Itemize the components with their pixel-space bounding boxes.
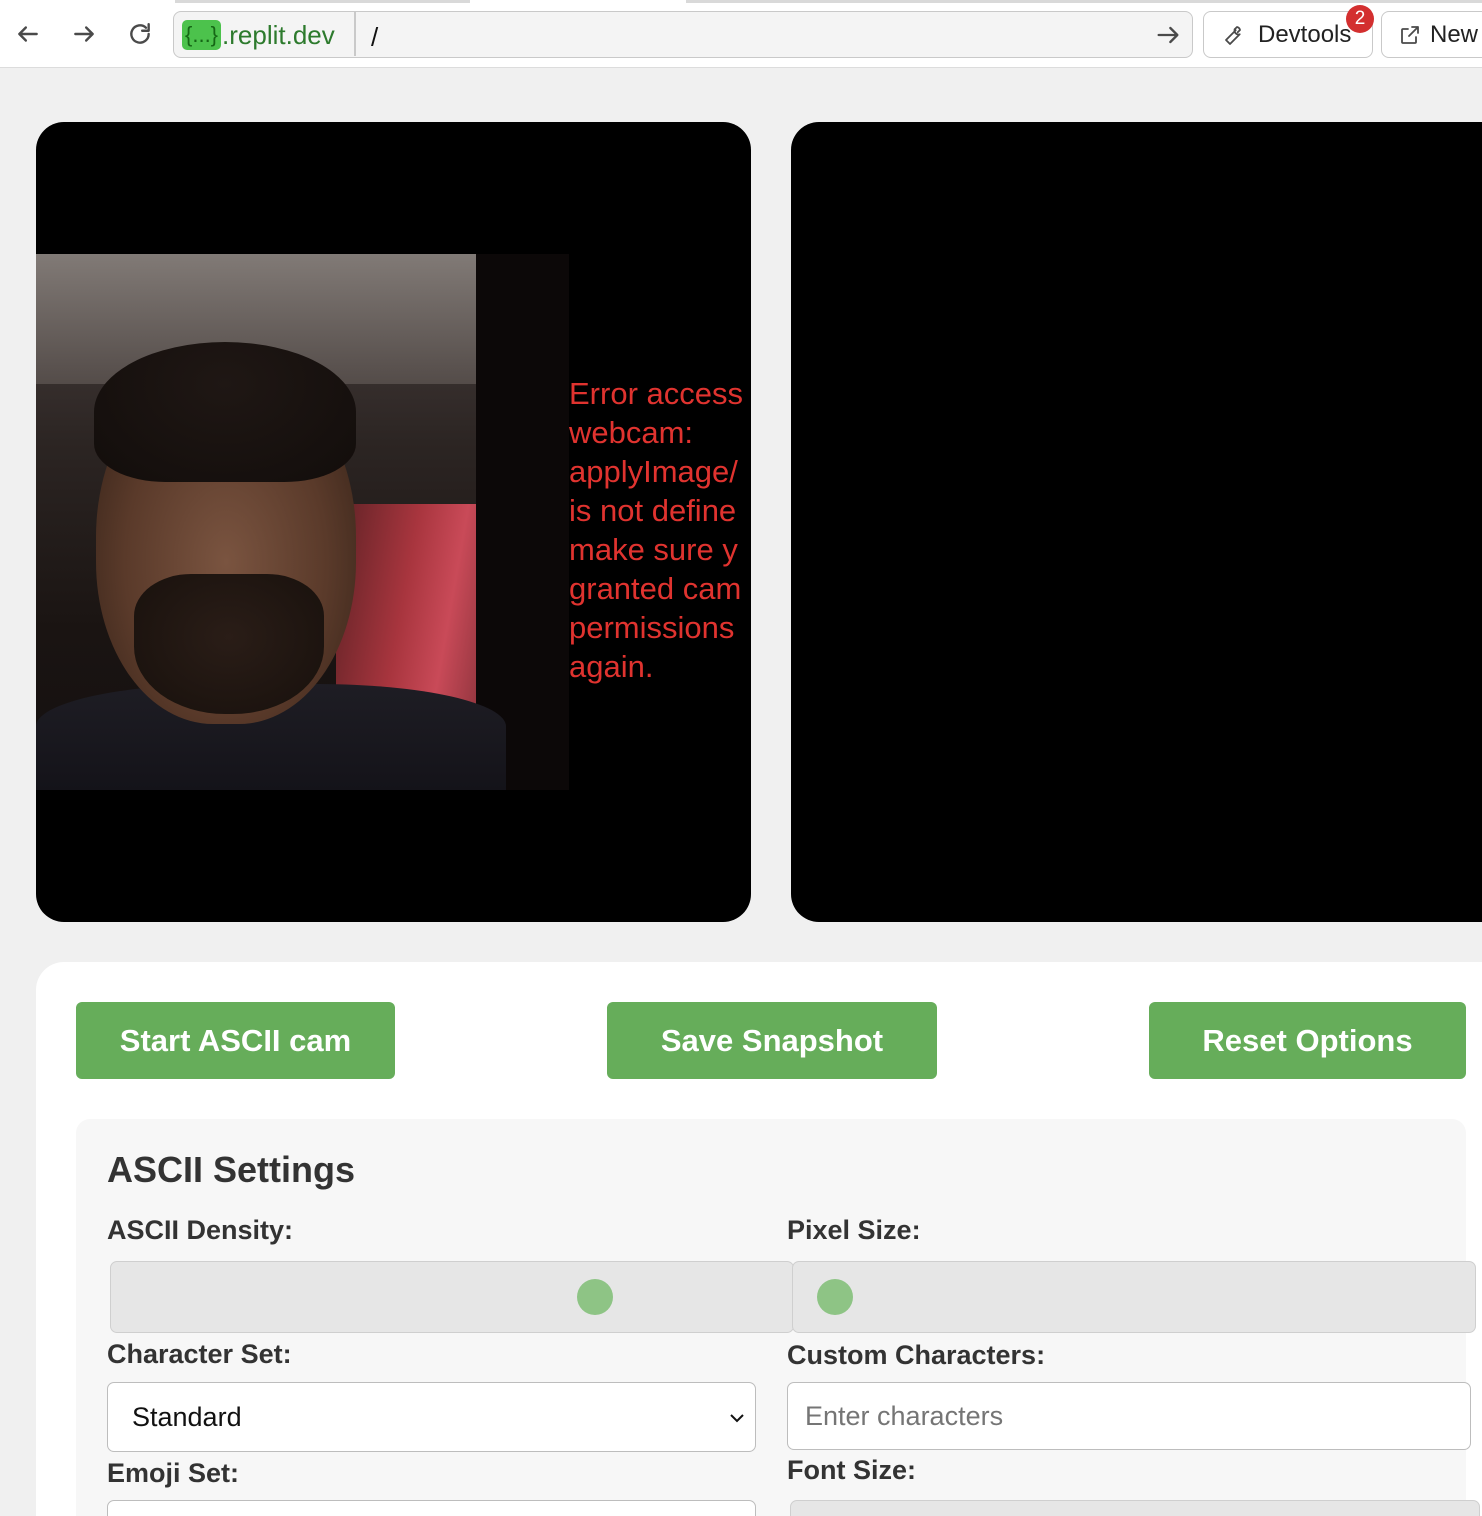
webcam-error-message: Error access webcam: applyImage/ is not …: [569, 374, 751, 686]
font-size-label: Font Size:: [787, 1455, 916, 1485]
error-line: make sure y: [569, 532, 738, 567]
back-button[interactable]: [11, 16, 45, 52]
devtools-button[interactable]: Devtools 2: [1203, 5, 1374, 58]
error-line: permissions: [569, 610, 735, 645]
go-button[interactable]: [1154, 21, 1182, 49]
wrench-icon: [1225, 25, 1241, 45]
emoji-set-select[interactable]: [107, 1500, 756, 1516]
reset-options-button[interactable]: Reset Options: [1149, 1002, 1466, 1079]
url-host-text: .replit.dev: [222, 19, 335, 50]
new-tab-label: New: [1430, 20, 1479, 48]
pixel-size-slider-thumb[interactable]: [817, 1279, 854, 1315]
url-host: {...} .replit.dev: [182, 19, 335, 51]
error-line: applyImage/: [569, 454, 738, 489]
url-path[interactable]: /: [371, 22, 378, 53]
arrow-right-icon: [1157, 26, 1179, 44]
url-host-badge: {...}: [182, 20, 222, 50]
ascii-output-panel: [791, 122, 1482, 922]
webcam-video: [36, 254, 569, 790]
start-ascii-cam-button[interactable]: Start ASCII cam: [76, 1002, 395, 1079]
forward-button[interactable]: [67, 16, 101, 52]
density-label: ASCII Density:: [107, 1215, 294, 1245]
save-snapshot-button[interactable]: Save Snapshot: [607, 1002, 937, 1079]
custom-chars-label: Custom Characters:: [787, 1340, 1046, 1370]
settings-title: ASCII Settings: [107, 1149, 356, 1190]
pixel-size-label: Pixel Size:: [787, 1215, 921, 1245]
browser-toolbar: {...} .replit.dev / Devtools 2 New: [0, 0, 1482, 68]
emoji-set-label: Emoji Set:: [107, 1458, 240, 1488]
error-line: Error access: [569, 376, 743, 411]
chevron-down-icon: [730, 1414, 744, 1423]
arrow-left-icon: [18, 26, 38, 42]
address-bar[interactable]: {...} .replit.dev /: [173, 11, 1193, 58]
arrow-right-icon: [74, 26, 94, 42]
font-size-slider[interactable]: [790, 1500, 1480, 1516]
reload-icon: [130, 23, 150, 44]
devtools-error-badge: 2: [1346, 5, 1374, 33]
error-line: webcam:: [569, 415, 694, 450]
charset-selected-value: Standard: [132, 1401, 242, 1432]
external-link-icon: [1401, 25, 1419, 44]
open-new-tab-button[interactable]: New: [1381, 11, 1482, 58]
reload-button[interactable]: [123, 16, 157, 52]
url-divider: [354, 12, 356, 56]
webcam-panel: Error access webcam: applyImage/ is not …: [36, 122, 751, 922]
custom-chars-input[interactable]: [787, 1382, 1471, 1450]
tab-strip: [0, 0, 1482, 3]
density-slider[interactable]: [110, 1261, 794, 1333]
devtools-label: Devtools: [1258, 20, 1352, 48]
charset-label: Character Set:: [107, 1339, 292, 1369]
error-line: again.: [569, 649, 654, 684]
error-line: is not define: [569, 493, 737, 528]
density-slider-thumb[interactable]: [577, 1279, 614, 1315]
charset-select[interactable]: Standard: [107, 1382, 756, 1452]
pixel-size-slider[interactable]: [792, 1261, 1476, 1333]
error-line: granted cam: [569, 571, 742, 606]
